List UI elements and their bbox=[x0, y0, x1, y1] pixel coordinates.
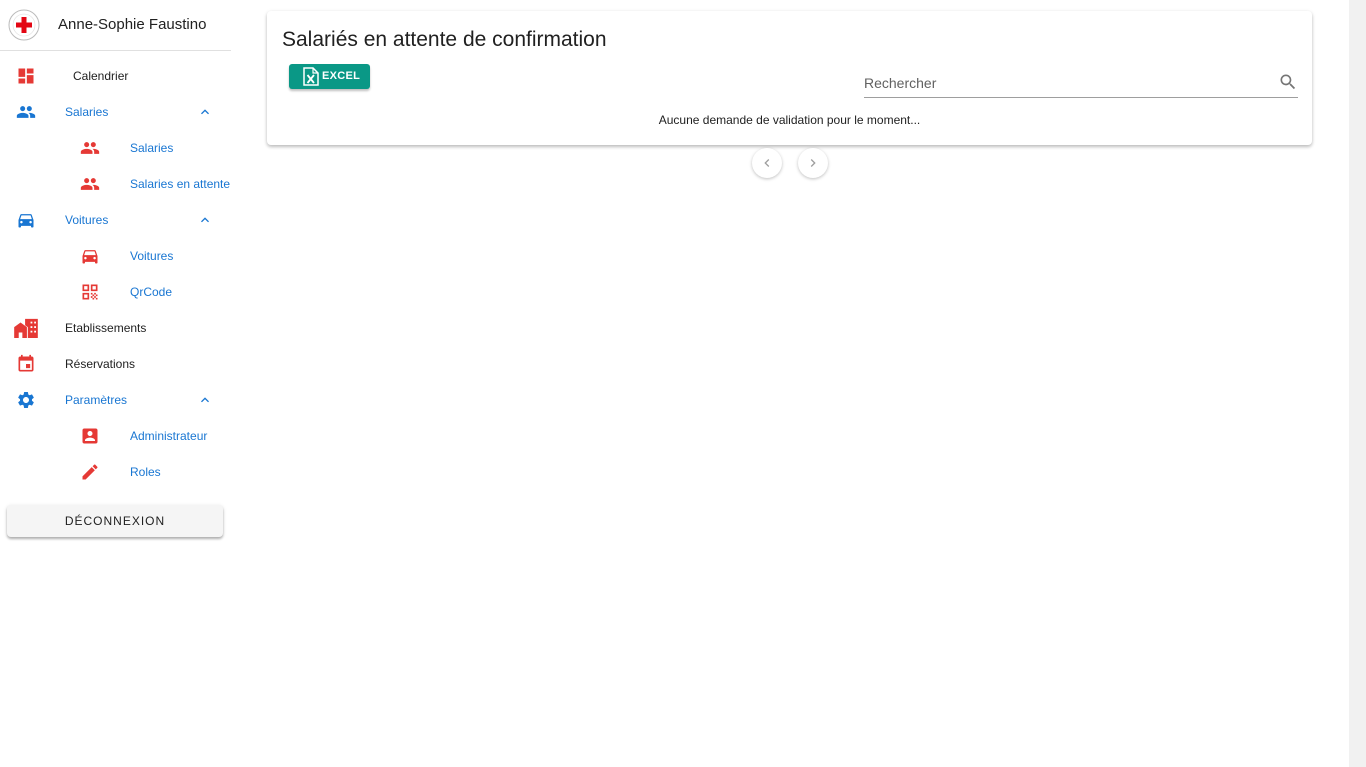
sidebar-item-label: Calendrier bbox=[73, 69, 129, 83]
qrcode-icon bbox=[82, 284, 98, 300]
car-icon bbox=[18, 214, 34, 228]
buildings-icon bbox=[14, 318, 38, 338]
red-cross-logo bbox=[8, 9, 40, 41]
calendar-icon bbox=[18, 354, 34, 372]
user-name: Anne-Sophie Faustino bbox=[58, 16, 207, 33]
chevron-left-icon bbox=[764, 159, 770, 167]
sidebar-item-label: Voitures bbox=[130, 249, 174, 263]
search-input[interactable] bbox=[864, 73, 1264, 93]
sidebar-item-salaries[interactable]: Salaries bbox=[0, 130, 231, 166]
pending-employees-card: Salariés en attente de confirmation EXCE… bbox=[267, 11, 1312, 145]
logout-button[interactable]: DÉCONNEXION bbox=[7, 505, 223, 537]
sidebar-item-label: Etablissements bbox=[65, 321, 147, 335]
chevron-up-icon[interactable] bbox=[197, 104, 213, 120]
sidebar-item-voitures[interactable]: Voitures bbox=[0, 238, 231, 274]
sidebar-item-label: Administrateur bbox=[130, 429, 208, 443]
sidebar-item-etablissements[interactable]: Etablissements bbox=[0, 310, 231, 346]
excel-file-icon bbox=[303, 67, 319, 86]
people-icon bbox=[80, 142, 100, 154]
dashboard-icon bbox=[18, 68, 34, 84]
people-icon bbox=[16, 106, 36, 118]
sidebar-item-label: Salaries en attente bbox=[130, 177, 231, 191]
sidebar-item-label: QrCode bbox=[130, 285, 173, 299]
search-icon[interactable] bbox=[1278, 72, 1298, 92]
chevron-up-icon[interactable] bbox=[197, 392, 213, 408]
sidebar-item-qrcode[interactable]: QrCode bbox=[0, 274, 231, 310]
chevron-right-icon bbox=[810, 159, 816, 167]
sidebar-item-voitures-group[interactable]: Voitures bbox=[0, 202, 231, 238]
sidebar-item-parametres-group[interactable]: Paramètres bbox=[0, 382, 231, 418]
next-page-button[interactable] bbox=[798, 148, 828, 178]
sidebar: Anne-Sophie Faustino Calendrier Salaries… bbox=[0, 0, 231, 767]
account-box-icon bbox=[82, 428, 98, 444]
people-icon bbox=[80, 178, 100, 190]
sidebar-item-label: Réservations bbox=[65, 357, 136, 371]
sidebar-item-salaries-en-attente[interactable]: Salaries en attente bbox=[0, 166, 231, 202]
sidebar-item-label: Salaries bbox=[65, 105, 109, 119]
gear-icon bbox=[18, 392, 34, 408]
car-icon bbox=[82, 250, 98, 264]
page-title: Salariés en attente de confirmation bbox=[282, 28, 607, 51]
chevron-up-icon[interactable] bbox=[197, 212, 213, 228]
sidebar-item-label: Salaries bbox=[130, 141, 174, 155]
page-scrollbar[interactable] bbox=[1349, 0, 1366, 767]
sidebar-item-administrateur[interactable]: Administrateur bbox=[0, 418, 231, 454]
excel-button-label: EXCEL bbox=[322, 70, 361, 82]
sidebar-item-reservations[interactable]: Réservations bbox=[0, 346, 231, 382]
sidebar-item-roles[interactable]: Roles bbox=[0, 454, 231, 490]
search-field[interactable] bbox=[864, 69, 1298, 98]
pencil-icon bbox=[82, 464, 98, 480]
sidebar-item-label: Voitures bbox=[65, 213, 109, 227]
sidebar-item-label: Roles bbox=[130, 465, 161, 479]
prev-page-button[interactable] bbox=[752, 148, 782, 178]
user-header: Anne-Sophie Faustino bbox=[0, 0, 231, 51]
excel-export-button[interactable]: EXCEL bbox=[289, 64, 370, 89]
sidebar-item-label: Paramètres bbox=[65, 393, 128, 407]
sidebar-item-salaries-group[interactable]: Salaries bbox=[0, 94, 231, 130]
empty-state-message: Aucune demande de validation pour le mom… bbox=[658, 113, 921, 127]
sidebar-item-calendrier[interactable]: Calendrier bbox=[0, 58, 231, 94]
